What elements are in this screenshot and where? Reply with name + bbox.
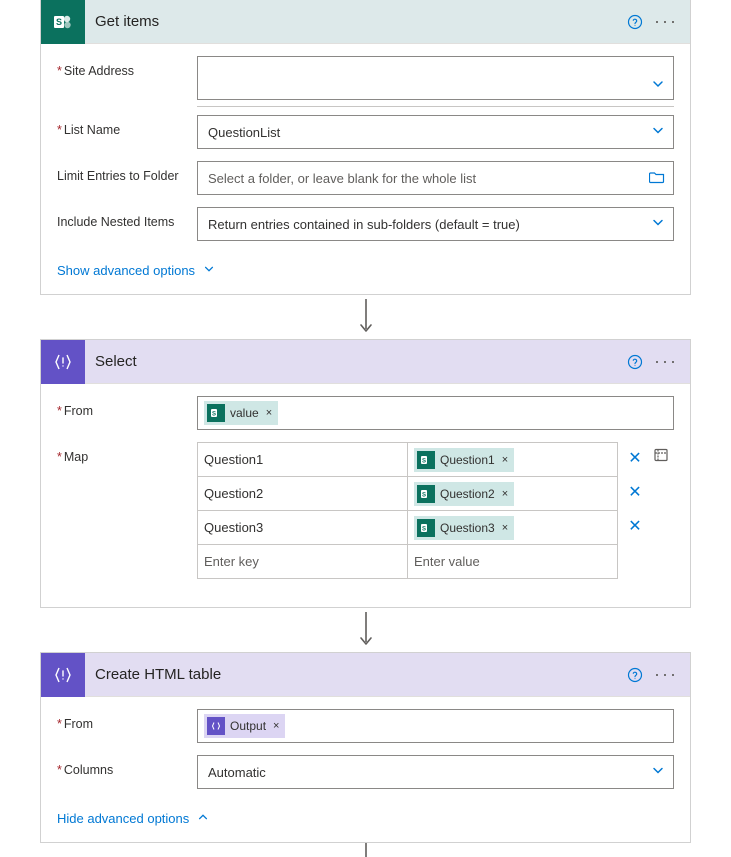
token-value[interactable]: S value × (204, 401, 278, 425)
map-value-cell[interactable]: S Question1 × (408, 443, 618, 477)
card-body: *Site Address *List Name QuestionList Li… (41, 44, 690, 294)
site-address-input[interactable] (197, 56, 674, 100)
field-label: *Columns (57, 755, 197, 777)
field-include-nested: Include Nested Items Return entries cont… (57, 207, 674, 241)
card-header[interactable]: S Get items ··· (41, 0, 690, 44)
map-key-cell[interactable]: Question1 (198, 443, 408, 477)
token-label: value (230, 406, 259, 420)
card-header[interactable]: Select ··· (41, 340, 690, 384)
delete-row-icon[interactable]: ✕ (622, 510, 648, 544)
map-row-actions: ✕ ✕✕ (622, 442, 674, 544)
field-limit-folder: Limit Entries to Folder (57, 161, 674, 195)
remove-token-icon[interactable]: × (266, 407, 272, 419)
map-key-cell[interactable]: Question3 (198, 511, 408, 545)
remove-token-icon[interactable]: × (273, 720, 279, 732)
action-title: Get items (95, 13, 624, 30)
connector-arrow (0, 295, 731, 339)
svg-text:S: S (422, 526, 426, 532)
field-label: Limit Entries to Folder (57, 161, 197, 183)
sharepoint-icon: S (41, 0, 85, 44)
map-value-cell[interactable]: S Question3 × (408, 511, 618, 545)
card-header[interactable]: Create HTML table ··· (41, 653, 690, 697)
card-body: *From S value × *Map Question1 S Qu (41, 384, 690, 607)
map-key-placeholder[interactable]: Enter key (198, 545, 408, 579)
field-label: Include Nested Items (57, 207, 197, 229)
from-input[interactable]: Output × (197, 709, 674, 743)
field-columns: *Columns Automatic (57, 755, 674, 789)
from-input[interactable]: S value × (197, 396, 674, 430)
chevron-up-icon (197, 811, 209, 826)
connector-arrow (0, 843, 731, 857)
field-list-name: *List Name QuestionList (57, 115, 674, 149)
remove-token-icon[interactable]: × (502, 488, 508, 500)
switch-mode-icon[interactable] (648, 442, 674, 476)
map-row: Question3 S Question3 × (198, 511, 618, 545)
menu-dots-icon[interactable]: ··· (646, 664, 680, 685)
field-label: *Map (57, 442, 197, 464)
map-value-cell[interactable]: S Question2 × (408, 477, 618, 511)
field-from: *From S value × (57, 396, 674, 430)
field-map: *Map Question1 S Question1 × Question2 S… (57, 442, 674, 579)
token-label: Question3 (440, 521, 495, 535)
action-title: Select (95, 353, 624, 370)
field-from: *From Output × (57, 709, 674, 743)
map-key-cell[interactable]: Question2 (198, 477, 408, 511)
field-label: *From (57, 396, 197, 418)
list-name-select[interactable]: QuestionList (197, 115, 674, 149)
field-label: *List Name (57, 115, 197, 137)
map-table: Question1 S Question1 × Question2 S Ques… (197, 442, 618, 579)
delete-row-icon[interactable]: ✕ (622, 442, 648, 476)
token-question2[interactable]: S Question2 × (414, 482, 514, 506)
token-question3[interactable]: S Question3 × (414, 516, 514, 540)
hide-advanced-link[interactable]: Hide advanced options (57, 811, 209, 826)
data-operations-badge-icon (207, 717, 225, 735)
chevron-down-icon (203, 263, 215, 278)
connector-arrow (0, 608, 731, 652)
svg-text:S: S (422, 458, 426, 464)
folder-icon[interactable] (649, 169, 665, 188)
menu-dots-icon[interactable]: ··· (646, 351, 680, 372)
remove-token-icon[interactable]: × (502, 522, 508, 534)
map-value-placeholder[interactable]: Enter value (408, 545, 618, 579)
help-icon[interactable] (624, 664, 646, 686)
token-output[interactable]: Output × (204, 714, 285, 738)
field-site-address: *Site Address (57, 56, 674, 100)
sharepoint-badge-icon: S (417, 519, 435, 537)
token-question1[interactable]: S Question1 × (414, 448, 514, 472)
svg-text:S: S (212, 412, 216, 418)
token-label: Question2 (440, 487, 495, 501)
columns-select[interactable]: Automatic (197, 755, 674, 789)
divider (197, 106, 674, 107)
action-card-create-html-table: Create HTML table ··· *From Output × *Co… (40, 652, 691, 843)
sharepoint-badge-icon: S (417, 485, 435, 503)
action-card-select: Select ··· *From S value × *Map Quest (40, 339, 691, 608)
field-label: *From (57, 709, 197, 731)
data-operations-icon (41, 340, 85, 384)
limit-folder-input[interactable] (197, 161, 674, 195)
token-label: Output (230, 719, 266, 733)
map-row: Question2 S Question2 × (198, 477, 618, 511)
remove-token-icon[interactable]: × (502, 454, 508, 466)
help-icon[interactable] (624, 11, 646, 33)
field-label: *Site Address (57, 56, 197, 78)
data-operations-icon (41, 653, 85, 697)
svg-text:S: S (422, 492, 426, 498)
include-nested-select[interactable]: Return entries contained in sub-folders … (197, 207, 674, 241)
sharepoint-badge-icon: S (207, 404, 225, 422)
menu-dots-icon[interactable]: ··· (646, 11, 680, 32)
delete-row-icon[interactable]: ✕ (622, 476, 648, 510)
token-label: Question1 (440, 453, 495, 467)
action-title: Create HTML table (95, 666, 624, 683)
show-advanced-link[interactable]: Show advanced options (57, 263, 215, 278)
map-row: Question1 S Question1 × (198, 443, 618, 477)
map-row-empty: Enter key Enter value (198, 545, 618, 579)
svg-text:S: S (56, 17, 62, 27)
sharepoint-badge-icon: S (417, 451, 435, 469)
help-icon[interactable] (624, 351, 646, 373)
action-card-get-items: S Get items ··· *Site Address *List Name… (40, 0, 691, 295)
